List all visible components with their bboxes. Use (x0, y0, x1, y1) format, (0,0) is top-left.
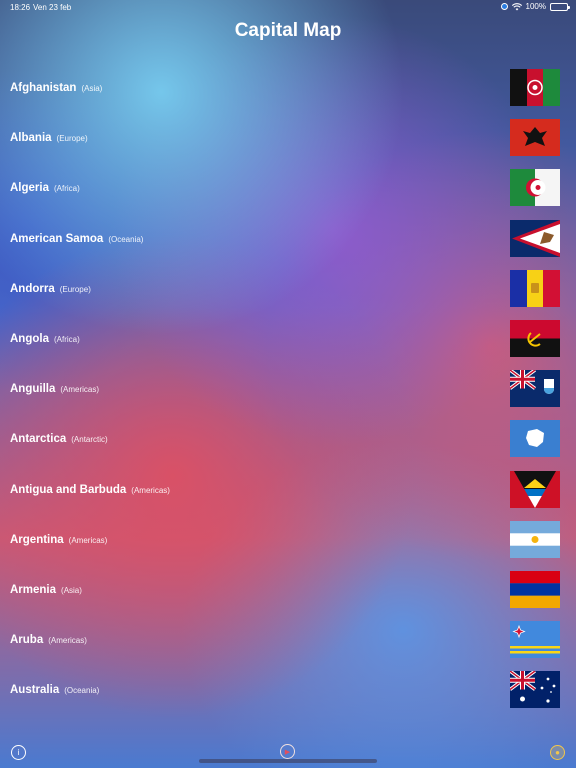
country-name: American Samoa (Oceania) (10, 233, 143, 245)
country-row[interactable]: Armenia (Asia) (0, 565, 576, 615)
country-label: Albania (10, 132, 52, 145)
country-name: Antigua and Barbuda (Americas) (10, 484, 170, 496)
country-label: Armenia (10, 583, 57, 596)
country-row[interactable]: Argentina (Americas) (0, 515, 576, 565)
info-icon: i (17, 748, 20, 757)
continent-label: (Africa) (53, 334, 80, 344)
continent-label: (Oceania) (64, 686, 100, 696)
country-row[interactable]: Antarctica (Antarctic) (0, 414, 576, 464)
continent-label: (Europe) (59, 284, 91, 294)
country-name: Albania (Europe) (10, 132, 88, 144)
play-button[interactable]: ▶ (280, 744, 295, 759)
antigua-flag-icon (510, 470, 560, 508)
location-icon (500, 3, 508, 10)
country-row[interactable]: Angola (Africa) (0, 314, 576, 364)
country-row[interactable]: American Samoa (Oceania) (0, 214, 576, 264)
andorra-flag-icon (510, 269, 560, 307)
country-label: Argentina (10, 533, 64, 546)
continent-label: (Africa) (54, 184, 80, 194)
country-name: Armenia (Asia) (10, 584, 82, 596)
page-title: Capital Map (234, 20, 342, 41)
country-name: Antarctica (Antarctic) (10, 433, 108, 445)
albania-flag-icon (510, 119, 560, 157)
armenia-flag-icon (510, 570, 560, 608)
home-indicator (199, 759, 377, 763)
country-label: American Samoa (10, 232, 104, 245)
country-list[interactable]: Afghanistan (Asia) Albania (Europe) Algeria (… (0, 63, 576, 736)
angola-flag-icon (510, 319, 560, 357)
play-icon: ▶ (284, 748, 291, 756)
country-name: Afghanistan (Asia) (10, 82, 102, 94)
country-name: Angola (Africa) (10, 333, 80, 345)
country-name: Anguilla (Americas) (10, 383, 99, 395)
continent-label: (Americas) (68, 535, 108, 545)
australia-flag-icon (510, 671, 560, 709)
algeria-flag-icon (510, 169, 560, 207)
coin-button[interactable]: ● (550, 745, 565, 760)
country-label: Anguilla (10, 383, 56, 396)
bottom-toolbar: i ▶ ● (0, 736, 576, 768)
argentina-flag-icon (510, 520, 560, 558)
country-label: Aruba (10, 634, 44, 647)
anguilla-flag-icon (510, 370, 560, 408)
continent-label: (Antarctic) (71, 435, 108, 445)
coin-icon: ● (555, 748, 560, 757)
status-time: 18:26 (10, 3, 31, 12)
country-label: Afghanistan (10, 82, 77, 94)
country-label: Angola (10, 332, 49, 345)
continent-label: (Europe) (56, 134, 88, 144)
country-name: Algeria (Africa) (10, 182, 80, 194)
continent-label: (Americas) (60, 385, 100, 395)
american-samoa-flag-icon (510, 219, 560, 257)
continent-label: (Americas) (48, 636, 87, 646)
country-row[interactable]: Aruba (Americas) (0, 615, 576, 665)
status-indicators: 100% (500, 2, 570, 11)
country-row[interactable]: Australia (Oceania) (0, 665, 576, 715)
country-row[interactable]: Afghanistan (Asia) (0, 63, 576, 113)
continent-label: (Oceania) (108, 234, 144, 244)
continent-label: (Asia) (61, 585, 82, 595)
country-name: Andorra (Europe) (10, 283, 91, 295)
afghanistan-flag-icon (510, 69, 560, 106)
country-label: Antarctica (10, 433, 67, 446)
country-name: Argentina (Americas) (10, 534, 107, 546)
battery-icon (550, 2, 570, 11)
aruba-flag-icon (510, 621, 560, 659)
country-row[interactable]: Andorra (Europe) (0, 264, 576, 314)
country-label: Antigua and Barbuda (10, 483, 127, 496)
country-name: Aruba (Americas) (10, 634, 87, 646)
status-bar: 18:26 Ven 23 feb 100% (0, 0, 576, 14)
country-label: Algeria (10, 182, 49, 195)
antarctica-flag-icon (510, 420, 560, 458)
country-name: Australia (Oceania) (10, 684, 99, 696)
continent-label: (Asia) (81, 84, 103, 93)
country-row[interactable]: Anguilla (Americas) (0, 364, 576, 414)
info-button[interactable]: i (11, 745, 26, 760)
country-label: Andorra (10, 282, 55, 295)
country-row[interactable]: Algeria (Africa) (0, 163, 576, 213)
status-date: Ven 23 feb (33, 3, 72, 12)
country-row[interactable]: Albania (Europe) (0, 113, 576, 163)
country-row[interactable]: Antigua and Barbuda (Americas) (0, 465, 576, 515)
battery-percent: 100% (525, 2, 546, 11)
wifi-icon (511, 2, 522, 11)
continent-label: (Americas) (131, 485, 170, 495)
country-label: Australia (10, 684, 60, 697)
